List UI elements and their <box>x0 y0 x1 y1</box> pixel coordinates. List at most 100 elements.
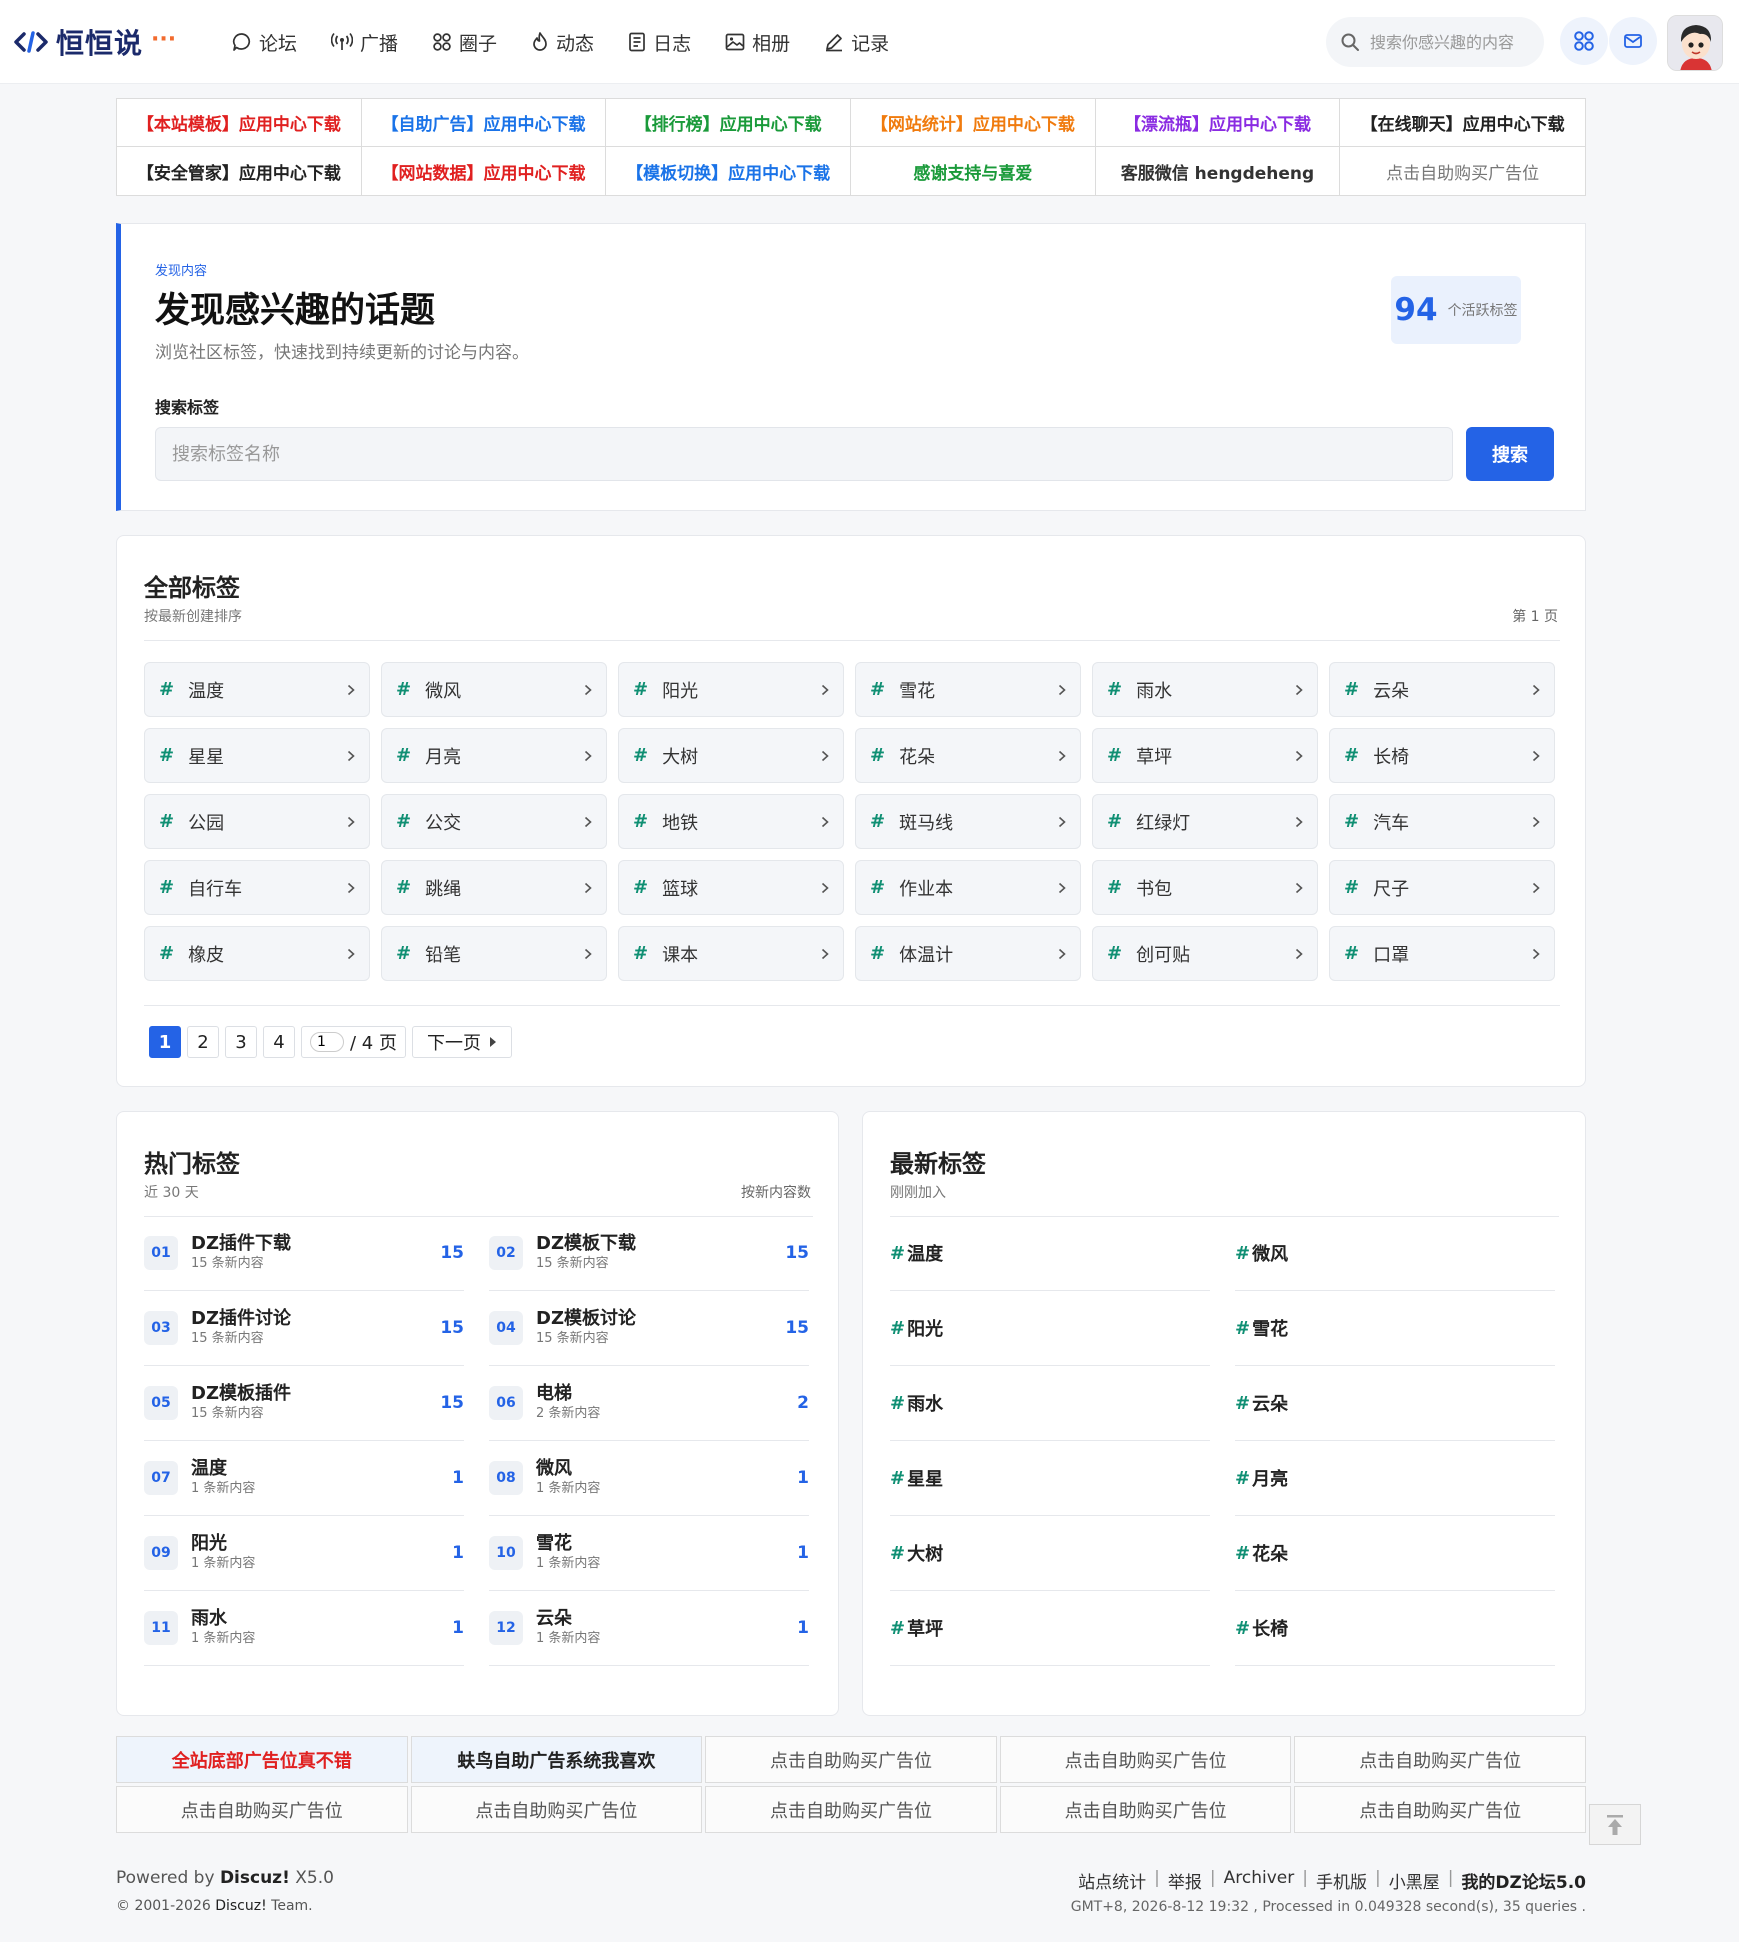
new-tag-row[interactable]: # 微风 <box>1235 1216 1555 1291</box>
hot-tag-row[interactable]: 10 雪花 1 条新内容 1 <box>489 1516 809 1591</box>
tag-card[interactable]: # 月亮 <box>381 728 607 783</box>
top-ad-link[interactable]: 【自助广告】应用中心下载 <box>361 99 607 147</box>
new-tag-row[interactable]: # 阳光 <box>890 1291 1210 1366</box>
tag-card[interactable]: # 草坪 <box>1092 728 1318 783</box>
tag-card[interactable]: # 铅笔 <box>381 926 607 981</box>
tag-card[interactable]: # 雪花 <box>855 662 1081 717</box>
tag-card[interactable]: # 课本 <box>618 926 844 981</box>
top-ad-link[interactable]: 【漂流瓶】应用中心下载 <box>1095 99 1341 147</box>
top-ad-link[interactable]: 点击自助购买广告位 <box>1340 147 1585 195</box>
new-tag-row[interactable]: # 大树 <box>890 1516 1210 1591</box>
top-ad-link[interactable]: 感谢支持与喜爱 <box>851 147 1096 195</box>
top-ad-link[interactable]: 【在线聊天】应用中心下载 <box>1340 99 1585 147</box>
tag-card[interactable]: # 大树 <box>618 728 844 783</box>
tag-card[interactable]: # 地铁 <box>618 794 844 849</box>
hot-tag-row[interactable]: 08 微风 1 条新内容 1 <box>489 1441 809 1516</box>
top-ad-link[interactable]: 客服微信 hengdeheng <box>1096 147 1341 195</box>
tag-card[interactable]: # 橡皮 <box>144 926 370 981</box>
bottom-ad-link[interactable]: 全站底部广告位真不错 <box>116 1736 408 1783</box>
site-logo[interactable]: 恒恒说 ··· <box>14 20 176 64</box>
nav-item-4[interactable]: 日志 <box>628 29 691 56</box>
page-link-2[interactable]: 2 <box>187 1026 219 1058</box>
new-tag-row[interactable]: # 星星 <box>890 1441 1210 1516</box>
page-jump-input[interactable] <box>310 1032 344 1052</box>
top-ad-link[interactable]: 【网站统计】应用中心下载 <box>851 99 1096 147</box>
tag-card[interactable]: # 红绿灯 <box>1092 794 1318 849</box>
messages-button[interactable] <box>1609 17 1657 65</box>
tag-search-input[interactable] <box>155 427 1453 481</box>
tag-card[interactable]: # 作业本 <box>855 860 1081 915</box>
bottom-ad-link[interactable]: 点击自助购买广告位 <box>705 1786 997 1833</box>
copyright-brand-link[interactable]: Discuz! <box>215 1898 267 1914</box>
header-search[interactable] <box>1326 17 1544 67</box>
nav-item-5[interactable]: 相册 <box>725 29 790 56</box>
tag-card[interactable]: # 自行车 <box>144 860 370 915</box>
nav-item-3[interactable]: 动态 <box>531 29 594 56</box>
tag-card[interactable]: # 汽车 <box>1329 794 1555 849</box>
tag-card[interactable]: # 创可贴 <box>1092 926 1318 981</box>
tag-card[interactable]: # 温度 <box>144 662 370 717</box>
new-tag-row[interactable]: # 雪花 <box>1235 1291 1555 1366</box>
back-to-top-button[interactable] <box>1589 1804 1641 1845</box>
tag-card[interactable]: # 篮球 <box>618 860 844 915</box>
bottom-ad-link[interactable]: 点击自助购买广告位 <box>1294 1736 1586 1783</box>
apps-button[interactable] <box>1560 17 1608 65</box>
top-ad-link[interactable]: 【模板切换】应用中心下载 <box>606 147 851 195</box>
new-tag-row[interactable]: # 长椅 <box>1235 1591 1555 1666</box>
powered-brand-link[interactable]: Discuz! <box>220 1868 290 1888</box>
footer-link[interactable]: 小黑屋 <box>1389 1868 1440 1893</box>
nav-item-6[interactable]: 记录 <box>824 29 889 56</box>
new-tag-row[interactable]: # 月亮 <box>1235 1441 1555 1516</box>
user-avatar[interactable] <box>1667 15 1723 71</box>
top-ad-link[interactable]: 【网站数据】应用中心下载 <box>362 147 607 195</box>
nav-item-0[interactable]: 论坛 <box>232 29 297 56</box>
hot-tag-row[interactable]: 07 温度 1 条新内容 1 <box>144 1441 464 1516</box>
nav-item-2[interactable]: 圈子 <box>432 29 497 56</box>
footer-link[interactable]: 站点统计 <box>1078 1868 1146 1893</box>
hot-tag-row[interactable]: 01 DZ插件下载 15 条新内容 15 <box>144 1216 464 1291</box>
new-tag-row[interactable]: # 花朵 <box>1235 1516 1555 1591</box>
tag-card[interactable]: # 公园 <box>144 794 370 849</box>
next-page-button[interactable]: 下一页 <box>411 1026 512 1058</box>
tag-card[interactable]: # 公交 <box>381 794 607 849</box>
tag-card[interactable]: # 长椅 <box>1329 728 1555 783</box>
bottom-ad-link[interactable]: 点击自助购买广告位 <box>116 1786 408 1833</box>
tag-search-button[interactable]: 搜索 <box>1466 427 1554 481</box>
tag-card[interactable]: # 体温计 <box>855 926 1081 981</box>
top-ad-link[interactable]: 【安全管家】应用中心下载 <box>117 147 362 195</box>
hot-tag-row[interactable]: 04 DZ模板讨论 15 条新内容 15 <box>489 1291 809 1366</box>
bottom-ad-link[interactable]: 蚨鸟自助广告系统我喜欢 <box>410 1736 703 1783</box>
top-ad-link[interactable]: 【排行榜】应用中心下载 <box>606 99 851 147</box>
new-tag-row[interactable]: # 雨水 <box>890 1366 1210 1441</box>
page-link-1[interactable]: 1 <box>149 1026 181 1058</box>
bottom-ad-link[interactable]: 点击自助购买广告位 <box>999 1786 1292 1833</box>
tag-card[interactable]: # 口罩 <box>1329 926 1555 981</box>
hot-tag-row[interactable]: 09 阳光 1 条新内容 1 <box>144 1516 464 1591</box>
top-ad-link[interactable]: 【本站模板】应用中心下载 <box>117 99 362 147</box>
tag-card[interactable]: # 书包 <box>1092 860 1318 915</box>
hot-tag-row[interactable]: 11 雨水 1 条新内容 1 <box>144 1591 464 1666</box>
tag-card[interactable]: # 花朵 <box>855 728 1081 783</box>
tag-card[interactable]: # 尺子 <box>1329 860 1555 915</box>
tag-card[interactable]: # 雨水 <box>1092 662 1318 717</box>
tag-card[interactable]: # 云朵 <box>1329 662 1555 717</box>
tag-card[interactable]: # 微风 <box>381 662 607 717</box>
tag-card[interactable]: # 阳光 <box>618 662 844 717</box>
new-tag-row[interactable]: # 云朵 <box>1235 1366 1555 1441</box>
hot-tag-row[interactable]: 05 DZ模板插件 15 条新内容 15 <box>144 1366 464 1441</box>
hot-tag-row[interactable]: 12 云朵 1 条新内容 1 <box>489 1591 809 1666</box>
bottom-ad-link[interactable]: 点击自助购买广告位 <box>999 1736 1292 1783</box>
nav-item-1[interactable]: 广播 <box>331 29 398 56</box>
hot-tag-row[interactable]: 02 DZ模板下载 15 条新内容 15 <box>489 1216 809 1291</box>
tag-card[interactable]: # 星星 <box>144 728 370 783</box>
tag-card[interactable]: # 跳绳 <box>381 860 607 915</box>
header-search-input[interactable] <box>1370 32 1530 52</box>
page-link-4[interactable]: 4 <box>263 1026 295 1058</box>
footer-site-name[interactable]: 我的DZ论坛5.0 <box>1461 1868 1586 1893</box>
tag-card[interactable]: # 斑马线 <box>855 794 1081 849</box>
bottom-ad-link[interactable]: 点击自助购买广告位 <box>705 1736 997 1783</box>
bottom-ad-link[interactable]: 点击自助购买广告位 <box>410 1786 703 1833</box>
page-link-3[interactable]: 3 <box>225 1026 257 1058</box>
new-tag-row[interactable]: # 温度 <box>890 1216 1210 1291</box>
bottom-ad-link[interactable]: 点击自助购买广告位 <box>1294 1786 1586 1833</box>
